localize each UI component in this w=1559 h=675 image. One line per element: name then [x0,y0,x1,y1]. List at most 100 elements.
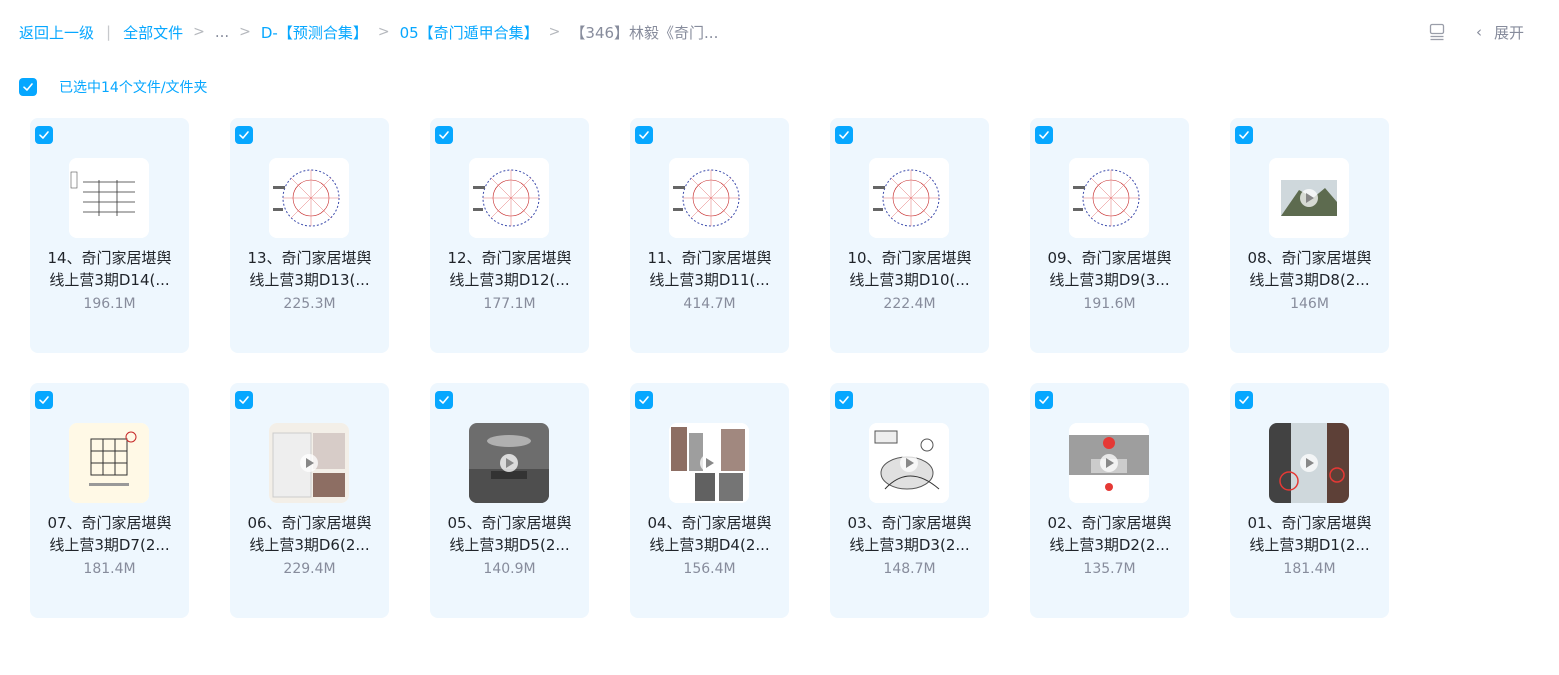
selection-bar: 已选中14个文件/文件夹 [19,77,208,97]
file-name-line2: 线上营3期D6(2... [249,536,370,554]
breadcrumb-ellipsis[interactable]: ... [215,23,229,41]
file-name[interactable]: 13、奇门家居堪舆 线上营3期D13(... [238,247,381,291]
file-name-line1: 02、奇门家居堪舆 [1047,514,1172,532]
file-name-line2: 线上营3期D7(2... [49,536,170,554]
file-card[interactable]: 04、奇门家居堪舆 线上营3期D4(2... 156.4M [630,383,789,618]
file-thumbnail[interactable] [469,423,549,503]
file-name[interactable]: 02、奇门家居堪舆 线上营3期D2(2... [1038,512,1181,556]
breadcrumb-folder-qimen[interactable]: 05【奇门遁甲合集】 [400,22,539,43]
file-card[interactable]: 10、奇门家居堪舆 线上营3期D10(... 222.4M [830,118,989,353]
file-name-line2: 线上营3期D9(3... [1049,271,1170,289]
file-card[interactable]: 03、奇门家居堪舆 线上营3期D3(2... 148.7M [830,383,989,618]
file-name-line2: 线上营3期D2(2... [1049,536,1170,554]
file-thumbnail[interactable] [69,158,149,238]
file-name[interactable]: 05、奇门家居堪舆 线上营3期D5(2... [438,512,581,556]
file-name-line2: 线上营3期D12(... [449,271,570,289]
file-thumbnail[interactable] [669,423,749,503]
file-card[interactable]: 08、奇门家居堪舆 线上营3期D8(2... 146M [1230,118,1389,353]
file-thumbnail[interactable] [869,158,949,238]
file-card[interactable]: 09、奇门家居堪舆 线上营3期D9(3... 191.6M [1030,118,1189,353]
file-name[interactable]: 06、奇门家居堪舆 线上营3期D6(2... [238,512,381,556]
file-name[interactable]: 01、奇门家居堪舆 线上营3期D1(2... [1238,512,1381,556]
back-link[interactable]: 返回上一级 [19,22,94,43]
file-name-line2: 线上营3期D10(... [849,271,970,289]
file-checkbox[interactable] [235,391,253,409]
file-thumbnail[interactable] [269,423,349,503]
file-thumbnail[interactable] [469,158,549,238]
breadcrumb-current: 【346】林毅《奇门... [570,23,719,42]
file-checkbox[interactable] [1235,391,1253,409]
file-size: 148.7M [883,561,936,577]
file-card[interactable]: 05、奇门家居堪舆 线上营3期D5(2... 140.9M [430,383,589,618]
file-size: 414.7M [683,296,736,312]
file-name[interactable]: 03、奇门家居堪舆 线上营3期D3(2... [838,512,981,556]
file-card[interactable]: 06、奇门家居堪舆 线上营3期D6(2... 229.4M [230,383,389,618]
file-checkbox[interactable] [35,126,53,144]
file-card[interactable]: 02、奇门家居堪舆 线上营3期D2(2... 135.7M [1030,383,1189,618]
file-thumbnail[interactable] [269,158,349,238]
file-name-line2: 线上营3期D8(2... [1249,271,1370,289]
file-checkbox[interactable] [835,391,853,409]
file-name[interactable]: 14、奇门家居堪舆 线上营3期D14(... [38,247,181,291]
file-size: 177.1M [483,296,536,312]
file-thumbnail[interactable] [1269,423,1349,503]
file-card[interactable]: 13、奇门家居堪舆 线上营3期D13(... 225.3M [230,118,389,353]
file-thumbnail[interactable] [1269,158,1349,238]
file-name[interactable]: 08、奇门家居堪舆 线上营3期D8(2... [1238,247,1381,291]
breadcrumb-arrow-icon: > [193,24,205,40]
file-card[interactable]: 12、奇门家居堪舆 线上营3期D12(... 177.1M [430,118,589,353]
file-name-line1: 10、奇门家居堪舆 [847,249,972,267]
file-name-line1: 14、奇门家居堪舆 [47,249,172,267]
file-name-line1: 08、奇门家居堪舆 [1247,249,1372,267]
file-grid: 14、奇门家居堪舆 线上营3期D14(... 196.1M 13、奇门家居堪舆 线上营3… [30,118,1389,618]
file-name-line2: 线上营3期D13(... [249,271,370,289]
file-name-line1: 12、奇门家居堪舆 [447,249,572,267]
breadcrumb: 返回上一级 | 全部文件 > ... > D-【预测合集】 > 05【奇门遁甲合… [19,20,718,44]
file-card[interactable]: 07、奇门家居堪舆 线上营3期D7(2... 181.4M [30,383,189,618]
expand-button[interactable]: 展开 [1494,22,1524,43]
file-checkbox[interactable] [1235,126,1253,144]
file-size: 181.4M [83,561,136,577]
file-card[interactable]: 14、奇门家居堪舆 线上营3期D14(... 196.1M [30,118,189,353]
file-size: 135.7M [1083,561,1136,577]
file-thumbnail[interactable] [1069,158,1149,238]
breadcrumb-arrow-icon: > [239,24,251,40]
file-checkbox[interactable] [1035,391,1053,409]
file-checkbox[interactable] [435,391,453,409]
file-thumbnail[interactable] [669,158,749,238]
file-name[interactable]: 10、奇门家居堪舆 线上营3期D10(... [838,247,981,291]
breadcrumb-folder-predict[interactable]: D-【预测合集】 [261,22,368,43]
selection-count: 已选中14个文件/文件夹 [59,80,208,96]
file-name[interactable]: 04、奇门家居堪舆 线上营3期D4(2... [638,512,781,556]
file-name[interactable]: 12、奇门家居堪舆 线上营3期D12(... [438,247,581,291]
file-name-line2: 线上营3期D5(2... [449,536,570,554]
select-all-checkbox[interactable] [19,78,37,96]
file-card[interactable]: 01、奇门家居堪舆 线上营3期D1(2... 181.4M [1230,383,1389,618]
file-name-line1: 03、奇门家居堪舆 [847,514,972,532]
file-size: 140.9M [483,561,536,577]
breadcrumb-all-files[interactable]: 全部文件 [123,22,183,43]
file-checkbox[interactable] [235,126,253,144]
file-name[interactable]: 11、奇门家居堪舆 线上营3期D11(... [638,247,781,291]
file-name-line2: 线上营3期D4(2... [649,536,770,554]
file-checkbox[interactable] [435,126,453,144]
file-card[interactable]: 11、奇门家居堪舆 线上营3期D11(... 414.7M [630,118,789,353]
file-thumbnail[interactable] [869,423,949,503]
breadcrumb-arrow-icon: > [377,24,390,40]
chevron-left-icon[interactable]: ‹ [1476,23,1482,41]
file-name-line1: 04、奇门家居堪舆 [647,514,772,532]
file-name[interactable]: 07、奇门家居堪舆 线上营3期D7(2... [38,512,181,556]
file-checkbox[interactable] [835,126,853,144]
file-thumbnail[interactable] [1069,423,1149,503]
file-checkbox[interactable] [635,391,653,409]
file-name[interactable]: 09、奇门家居堪舆 线上营3期D9(3... [1038,247,1181,291]
file-checkbox[interactable] [1035,126,1053,144]
file-thumbnail[interactable] [69,423,149,503]
file-name-line1: 07、奇门家居堪舆 [47,514,172,532]
list-view-icon[interactable] [1428,23,1446,41]
file-name-line1: 09、奇门家居堪舆 [1047,249,1172,267]
file-checkbox[interactable] [635,126,653,144]
file-name-line1: 05、奇门家居堪舆 [447,514,572,532]
file-name-line1: 06、奇门家居堪舆 [247,514,372,532]
file-checkbox[interactable] [35,391,53,409]
